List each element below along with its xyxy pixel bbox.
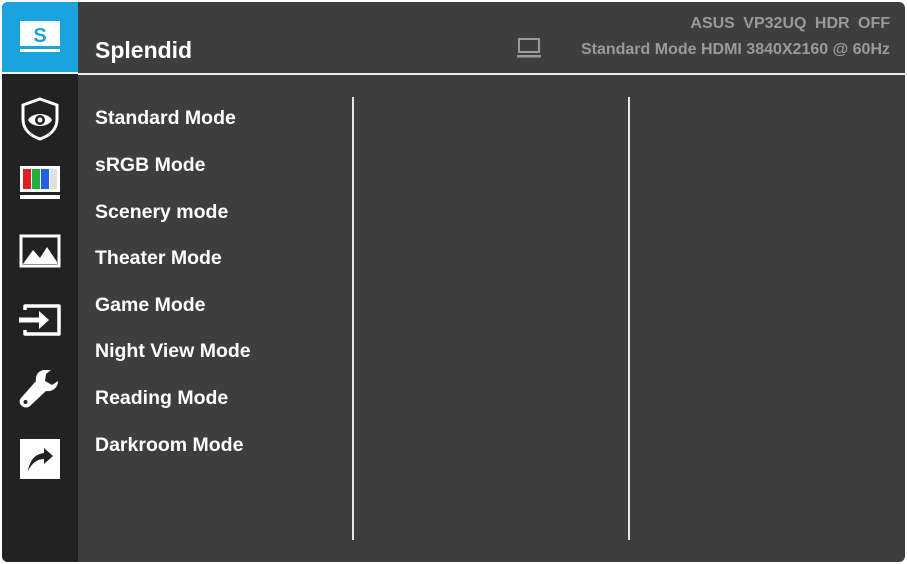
menu-item-reading-mode[interactable]: Reading Mode [95, 387, 228, 410]
sidebar-item-color[interactable] [2, 148, 78, 218]
model-info: ASUS VP32UQ HDR OFF [690, 15, 890, 33]
wrench-icon [19, 370, 58, 408]
sidebar-item-blue-light-filter[interactable] [2, 84, 78, 154]
menu-item-standard-mode[interactable]: Standard Mode [95, 107, 236, 130]
shortcut-arrow-icon [20, 439, 60, 479]
column-divider [352, 97, 354, 540]
menu-item-night-view-mode[interactable]: Night View Mode [95, 340, 251, 363]
image-icon [19, 234, 61, 268]
sidebar-separator [2, 72, 78, 74]
model-label: VP32UQ [743, 15, 807, 32]
input-status: Standard Mode HDMI 3840X2160 @ 60Hz [580, 41, 890, 58]
s-logo-icon: S [20, 21, 60, 52]
hdr-status: HDR OFF [814, 15, 890, 32]
eye-icon [21, 97, 59, 141]
page-title: Splendid [95, 37, 193, 63]
sidebar-item-input-select[interactable] [2, 285, 78, 355]
header-divider [78, 73, 905, 75]
sidebar-item-splendid[interactable]: S [2, 2, 78, 72]
color-bars-icon [20, 166, 60, 199]
monitor-icon [517, 38, 541, 58]
osd-window: S Splendid ASUS VP32UQ HDR OFF Standard … [2, 2, 905, 562]
menu-item-game-mode[interactable]: Game Mode [95, 294, 206, 317]
menu-item-srgb-mode[interactable]: sRGB Mode [95, 154, 206, 177]
sidebar-item-system-setup[interactable] [2, 354, 78, 424]
brand-label: ASUS [690, 15, 735, 32]
s-logo-letter: S [33, 25, 46, 47]
menu-item-scenery-mode[interactable]: Scenery mode [95, 201, 228, 224]
input-icon [19, 304, 61, 336]
header: Splendid ASUS VP32UQ HDR OFF Standard Mo… [78, 2, 905, 74]
menu-item-theater-mode[interactable]: Theater Mode [95, 247, 222, 270]
column-divider [628, 97, 630, 540]
sidebar-item-shortcut[interactable] [2, 424, 78, 494]
sidebar: S [2, 2, 78, 562]
sidebar-item-image[interactable] [2, 216, 78, 286]
menu-item-darkroom-mode[interactable]: Darkroom Mode [95, 434, 243, 457]
